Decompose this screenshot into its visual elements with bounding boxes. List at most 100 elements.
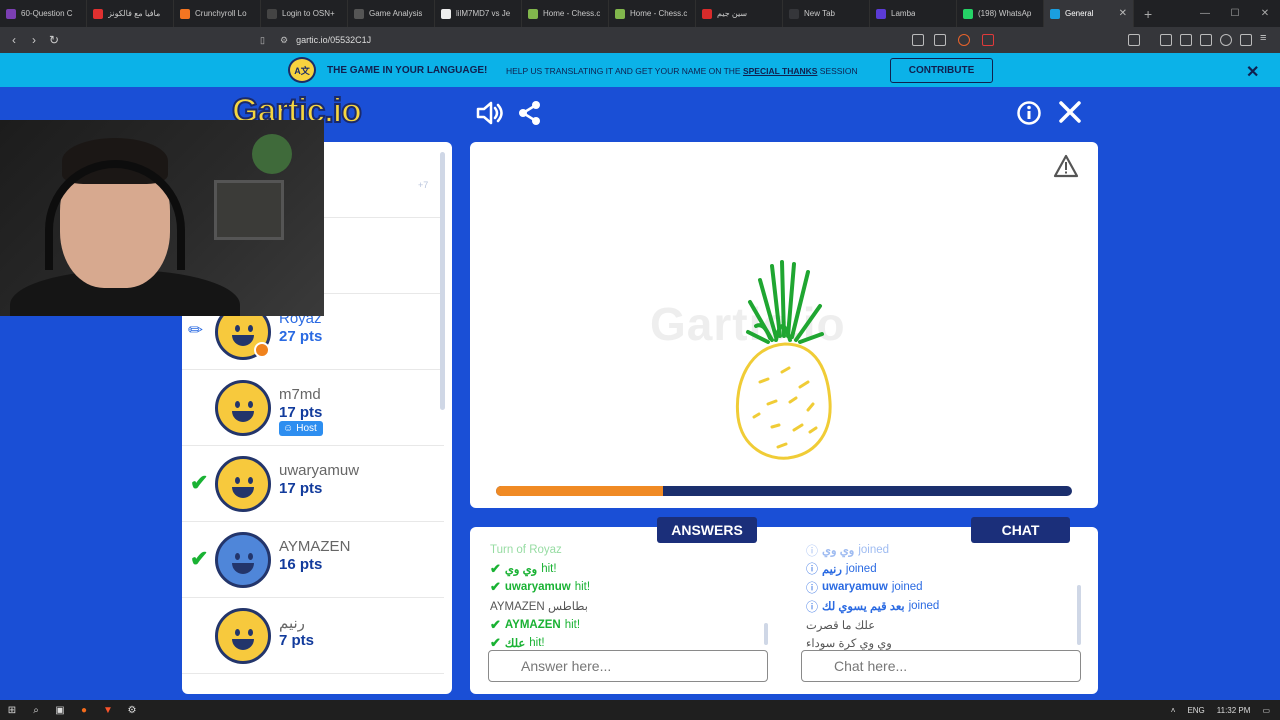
chat-player-name: uwaryamuw [822, 581, 888, 594]
forward-icon[interactable]: › [24, 33, 44, 47]
url-text[interactable]: gartic.io/05532C1J [296, 35, 371, 45]
chat-tab[interactable]: CHAT [971, 517, 1070, 543]
bookmark-icon[interactable]: ▯ [260, 35, 265, 46]
minimize-icon[interactable]: — [1190, 8, 1220, 19]
sound-icon[interactable] [476, 100, 504, 132]
maximize-icon[interactable]: ☐ [1220, 8, 1250, 19]
brave-icon[interactable]: ▼ [96, 700, 120, 720]
reload-icon[interactable]: ↻ [44, 33, 64, 47]
tab-favicon-icon [615, 8, 625, 19]
player-points: 17 pts [279, 404, 323, 421]
tab-title[interactable]: Crunchyroll Lo [195, 9, 247, 18]
leo-icon[interactable] [1240, 34, 1252, 46]
contribute-button[interactable]: CONTRIBUTE [890, 58, 993, 83]
tab-title[interactable]: Lamba [891, 9, 915, 18]
address-bar[interactable]: ▯ ⚙ gartic.io/05532C1J [260, 32, 1000, 48]
answers-scrollbar[interactable] [764, 623, 768, 645]
browser-tab[interactable]: Home - Chess.c [609, 0, 696, 27]
join-info-icon: ⓘ [806, 543, 819, 558]
browser-tab[interactable]: (198) WhatsAp [957, 0, 1044, 27]
share-icon[interactable] [518, 100, 542, 132]
browser-tab[interactable]: Home - Chess.c [522, 0, 609, 27]
sidebar-icon[interactable] [1160, 34, 1172, 46]
settings-app-icon[interactable]: ⚙ [120, 700, 144, 720]
browser-tab[interactable]: Game Analysis [348, 0, 435, 27]
avatar-eye [235, 401, 240, 408]
answer-input[interactable] [488, 650, 768, 682]
taskbar-search-icon[interactable]: ⌕ [24, 700, 48, 720]
back-icon[interactable]: ‹ [4, 33, 24, 47]
browser-tab[interactable]: 60-Question C [0, 0, 87, 27]
report-warning-icon[interactable] [1053, 154, 1079, 178]
chat-player-name: بعد قيم يسوي لك [822, 601, 905, 614]
tab-title[interactable]: Game Analysis [369, 9, 422, 18]
wallet-icon[interactable] [1128, 34, 1140, 46]
answers-chat-panel: Turn of Royaz ✔ وي وي hit! ✔ uwaryamuw hit! AYM… [470, 527, 1098, 694]
reader-icon[interactable] [1180, 34, 1192, 46]
browser-tab[interactable]: General ✕ [1044, 0, 1134, 27]
exit-icon[interactable] [1058, 100, 1082, 130]
extensions-icon[interactable] [1200, 34, 1212, 46]
guessed-check-icon: ✔ [190, 470, 209, 495]
system-tray: ˄ ENG 11:32 PM ▭ [1171, 700, 1270, 720]
tab-close-icon[interactable]: ✕ [1119, 8, 1127, 19]
players-scrollbar[interactable] [440, 152, 445, 410]
answer-turn-text: Turn of Royaz [490, 544, 562, 557]
player-row: m7md 17 pts ☺ Host [182, 370, 444, 446]
timer-bar-fill [496, 486, 664, 496]
brave-rewards-icon[interactable] [982, 34, 994, 46]
tab-title[interactable]: lilM7MD7 vs Je [456, 9, 510, 18]
browser-tab[interactable]: New Tab [783, 0, 870, 27]
tab-title[interactable]: Home - Chess.c [630, 9, 687, 18]
tab-favicon-icon [180, 8, 190, 19]
browser-tab[interactable]: Crunchyroll Lo [174, 0, 261, 27]
tab-title[interactable]: Login to OSN+ [282, 9, 335, 18]
browser-tab[interactable]: مافيا مع فالكونز [87, 0, 174, 27]
browser-tab[interactable]: Lamba [870, 0, 957, 27]
notifications-icon[interactable]: ▭ [1262, 706, 1270, 715]
tray-chevron-icon[interactable]: ˄ [1171, 706, 1176, 715]
tab-title[interactable]: Home - Chess.c [543, 9, 600, 18]
tab-title[interactable]: سين جيم [717, 9, 747, 18]
browser-tab[interactable]: Login to OSN+ [261, 0, 348, 27]
chat-message: ⓘ بعد قيم يسوي لك joined [806, 597, 1076, 616]
player-row: ✔ AYMAZEN 16 pts [182, 522, 444, 598]
answer-hit-label: hit! [574, 581, 591, 594]
menu-icon[interactable]: ≡ [1260, 32, 1272, 44]
browser-tab[interactable]: سين جيم [696, 0, 783, 27]
join-info-icon: ⓘ [806, 562, 819, 577]
firefox-icon[interactable]: ● [72, 700, 96, 720]
tab-title[interactable]: (198) WhatsAp [978, 9, 1031, 18]
drawing-canvas[interactable]: Gartic.io [470, 142, 1098, 508]
tab-title[interactable]: General [1065, 9, 1093, 18]
chat-scrollbar[interactable] [1077, 585, 1081, 645]
answers-tab[interactable]: ANSWERS [657, 517, 757, 543]
info-icon[interactable] [1016, 100, 1042, 132]
close-window-icon[interactable]: ✕ [1250, 8, 1280, 19]
vpn-icon[interactable] [1220, 34, 1232, 46]
task-view-icon[interactable]: ▣ [48, 700, 72, 720]
language-indicator[interactable]: ENG [1187, 706, 1204, 715]
chat-player-name: رنيم [822, 563, 842, 576]
cast-icon[interactable] [912, 34, 924, 46]
tab-title[interactable]: مافيا مع فالكونز [108, 9, 160, 18]
joined-label: joined [908, 600, 940, 613]
brave-shield-icon[interactable] [958, 34, 970, 46]
clock[interactable]: 11:32 PM [1217, 706, 1251, 715]
browser-tab[interactable]: lilM7MD7 vs Je [435, 0, 522, 27]
avatar-eye [235, 477, 240, 484]
answer-hit-label: hit! [564, 618, 581, 631]
avatar-eye [235, 629, 240, 636]
answer-message: AYMAZEN بطاطس [490, 597, 765, 616]
webcam-plant [252, 134, 292, 174]
chat-input[interactable] [801, 650, 1081, 682]
tab-title[interactable]: New Tab [804, 9, 835, 18]
tab-favicon-icon [441, 8, 451, 19]
tab-title[interactable]: 60-Question C [21, 9, 73, 18]
new-tab-icon[interactable]: + [1134, 6, 1162, 22]
windows-start-icon[interactable]: ⊞ [0, 700, 24, 720]
special-thanks-link[interactable]: SPECIAL THANKS [743, 66, 817, 76]
site-info-icon[interactable]: ⚙ [280, 35, 288, 46]
share-page-icon[interactable] [934, 34, 946, 46]
close-banner-icon[interactable]: ✕ [1246, 62, 1259, 82]
